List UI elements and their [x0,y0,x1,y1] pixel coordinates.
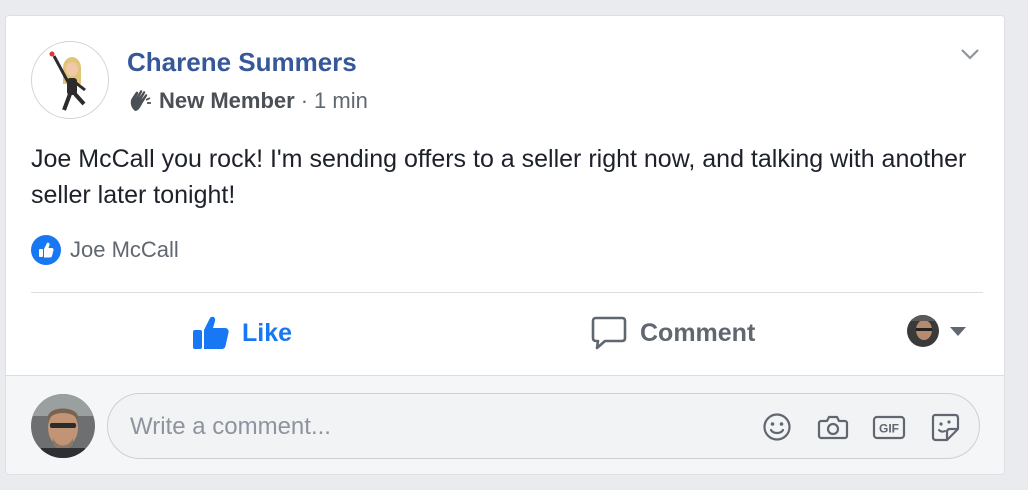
camera-icon [817,415,849,440]
comment-button[interactable]: Comment [590,315,755,351]
gif-icon: GIF [872,415,906,440]
like-label: Like [242,318,293,347]
thumbs-up-small-icon [39,242,54,258]
post-text: Joe McCall you rock! I'm sending offers … [31,145,967,209]
thumbs-up-icon [193,316,229,349]
emoji-button[interactable] [761,411,793,443]
user-avatar-small [907,315,939,347]
post-options-button[interactable] [960,46,980,62]
member-badge: New Member [159,88,295,113]
liked-by-name: Joe McCall [70,237,179,262]
like-reaction-icon [31,235,61,265]
post-card: Charene Summers New Member · 1 min Joe M… [5,15,1005,475]
author-avatar[interactable] [31,41,109,119]
post-meta: New Member · 1 min [127,88,368,114]
post-as-selector[interactable] [907,315,967,347]
post-actions-bar: Like Comment [6,293,1004,375]
gif-label: GIF [879,422,899,436]
comment-label: Comment [640,318,756,347]
reactions-summary[interactable]: Joe McCall [31,235,179,265]
like-button[interactable]: Like [192,315,292,351]
sticker-button[interactable] [929,411,961,443]
chevron-down-icon [961,49,979,60]
comment-placeholder: Write a comment... [130,413,331,440]
meta-separator: · [300,88,309,113]
photo-button[interactable] [817,411,849,443]
current-user-avatar[interactable] [31,394,95,458]
gif-button[interactable]: GIF [872,411,906,443]
sticker-icon [931,413,960,442]
emoji-icon [763,413,791,441]
caret-down-icon [950,327,966,336]
comment-composer: Write a comment... GIF [6,376,1004,474]
avatar-photo-icon [907,315,939,347]
author-name[interactable]: Charene Summers [127,47,357,78]
post-time[interactable]: 1 min [314,88,368,114]
comment-input[interactable]: Write a comment... GIF [107,393,980,459]
wave-icon [130,90,151,111]
comment-icon [591,316,627,350]
avatar-photo-icon [31,394,95,458]
bitmoji-avatar-icon [49,51,86,111]
